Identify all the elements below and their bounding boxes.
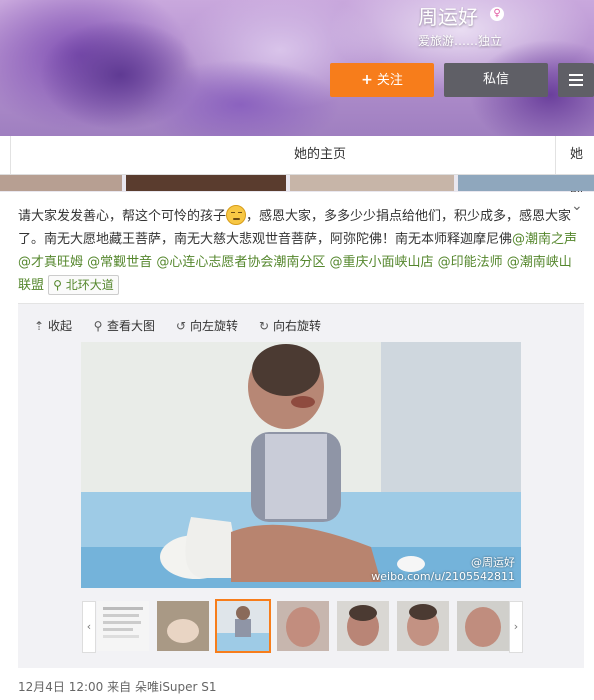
profile-tab-bar: 她的主页 她的 — [0, 136, 594, 200]
tab-home[interactable]: 她的主页 — [294, 136, 346, 174]
thumbnail[interactable] — [337, 601, 389, 651]
post-text: 请大家发发善心，帮这个可怜的孩子 ，感恩大家，多多少少捐点给他们，积少成多，感恩大… — [18, 205, 578, 297]
plus-icon: + — [361, 72, 373, 88]
post-timestamp[interactable]: 12月4日 12:00 — [18, 680, 103, 694]
thumb-prev-arrow[interactable]: ‹ — [82, 601, 96, 653]
photo-illustration — [81, 342, 521, 588]
rotate-left-button[interactable]: ↺ 向左旋转 — [175, 317, 238, 335]
mention-link[interactable]: @潮南之声 — [512, 232, 577, 247]
post-source[interactable]: 朵唯iSuper S1 — [135, 680, 217, 694]
post-text-part1: 请大家发发善心，帮这个可怜的孩子 — [18, 209, 227, 224]
message-button[interactable]: 私信 — [444, 63, 548, 97]
rotate-left-icon: ↺ — [175, 319, 187, 333]
message-label: 私信 — [482, 72, 509, 87]
mention-link[interactable]: @才真旺姆 — [18, 255, 83, 270]
thumb-next-arrow[interactable]: › — [509, 601, 523, 653]
follow-label: 关注 — [376, 73, 403, 88]
collapse-button[interactable]: ⇡ 收起 — [33, 317, 72, 335]
location-label: 北环大道 — [65, 278, 114, 292]
tab-partial[interactable]: 她的 — [570, 136, 594, 200]
thumbnail[interactable] — [97, 601, 149, 651]
watermark-url: weibo.com/u/2105542811 — [371, 570, 515, 583]
collapse-up-icon: ⇡ — [33, 319, 45, 333]
rotate-right-button[interactable]: ↻ 向右旋转 — [258, 317, 321, 335]
post-meta: 12月4日 12:00 来自 朵唯iSuper S1 — [18, 678, 217, 695]
rotate-right-icon: ↻ — [258, 319, 270, 333]
mention-link[interactable]: @心连心志愿者协会潮南分区 — [156, 255, 325, 270]
thumbnail[interactable] — [397, 601, 449, 651]
thumbnail[interactable] — [157, 601, 209, 651]
view-large-button[interactable]: ⚲ 查看大图 — [92, 317, 155, 335]
collapse-label: 收起 — [48, 319, 73, 333]
more-menu-button[interactable] — [558, 63, 594, 97]
mention-link[interactable]: @重庆小面峡山店 — [329, 255, 433, 270]
mention-link[interactable]: @印能法师 — [438, 255, 503, 270]
profile-nickname: 周运好 — [418, 5, 478, 29]
profile-signature: 爱旅游……独立 — [418, 34, 503, 48]
sad-face-emoji-icon — [226, 205, 247, 225]
location-tag[interactable]: ⚲ 北环大道 — [48, 275, 119, 295]
magnifier-icon: ⚲ — [93, 319, 103, 333]
location-pin-icon: ⚲ — [53, 278, 62, 292]
view-large-label: 查看大图 — [107, 319, 156, 333]
mention-link[interactable]: @常觐世音 — [87, 255, 152, 270]
thumbnail-active[interactable] — [215, 599, 271, 653]
thumbnail[interactable] — [277, 601, 329, 651]
rotate-right-label: 向右旋转 — [273, 319, 322, 333]
menu-icon — [569, 74, 583, 76]
rotate-left-label: 向左旋转 — [190, 319, 239, 333]
watermark-name: @周运好 — [471, 556, 515, 569]
follow-button[interactable]: + 关注 — [330, 63, 434, 97]
photo-watermark: @周运好 weibo.com/u/2105542811 — [371, 556, 515, 584]
post-main-photo[interactable]: @周运好 weibo.com/u/2105542811 — [81, 342, 521, 588]
female-gender-icon: ♀ — [490, 7, 504, 21]
source-prefix: 来自 — [107, 680, 132, 694]
thumbnail[interactable] — [457, 601, 509, 651]
album-strip — [0, 175, 594, 191]
